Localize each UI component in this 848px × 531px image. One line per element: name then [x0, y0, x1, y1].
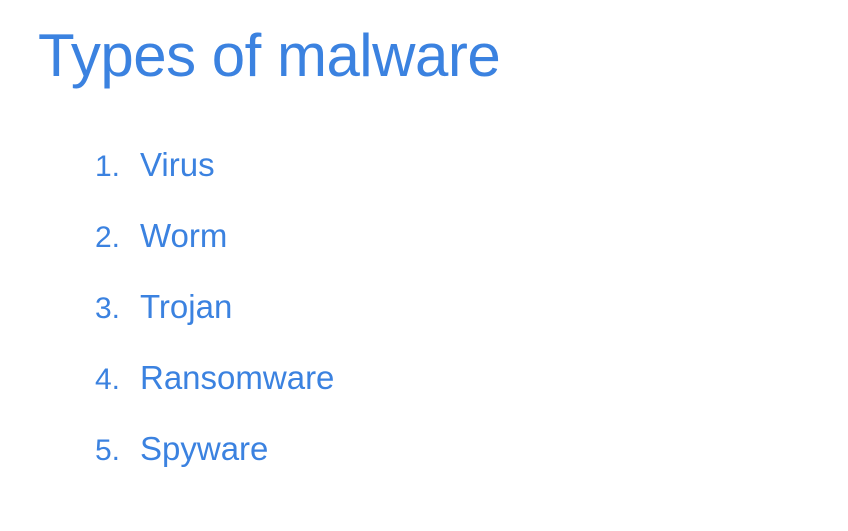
list-item-number: 5.: [95, 434, 121, 467]
list-item-number: 2.: [95, 221, 121, 254]
list-item: 4. Ransomware: [95, 355, 334, 426]
list-item-label: Ransomware: [140, 359, 335, 396]
list-item-number: 1.: [95, 150, 121, 183]
list-item: 1. Virus: [95, 142, 334, 213]
list-item-number: 3.: [95, 292, 121, 325]
malware-list: 1. Virus 2. Worm 3. Trojan 4. Ransomware…: [95, 142, 334, 497]
list-item: 3. Trojan: [95, 284, 334, 355]
list-item-label: Trojan: [140, 288, 233, 325]
slide-title: Types of malware: [38, 22, 501, 89]
list-item: 5. Spyware: [95, 426, 334, 497]
list-item-number: 4.: [95, 363, 121, 396]
list-item-label: Virus: [140, 146, 215, 183]
list-item-label: Spyware: [140, 430, 269, 467]
slide: Types of malware 1. Virus 2. Worm 3. Tro…: [0, 0, 848, 531]
list-item-label: Worm: [140, 217, 228, 254]
list-item: 2. Worm: [95, 213, 334, 284]
